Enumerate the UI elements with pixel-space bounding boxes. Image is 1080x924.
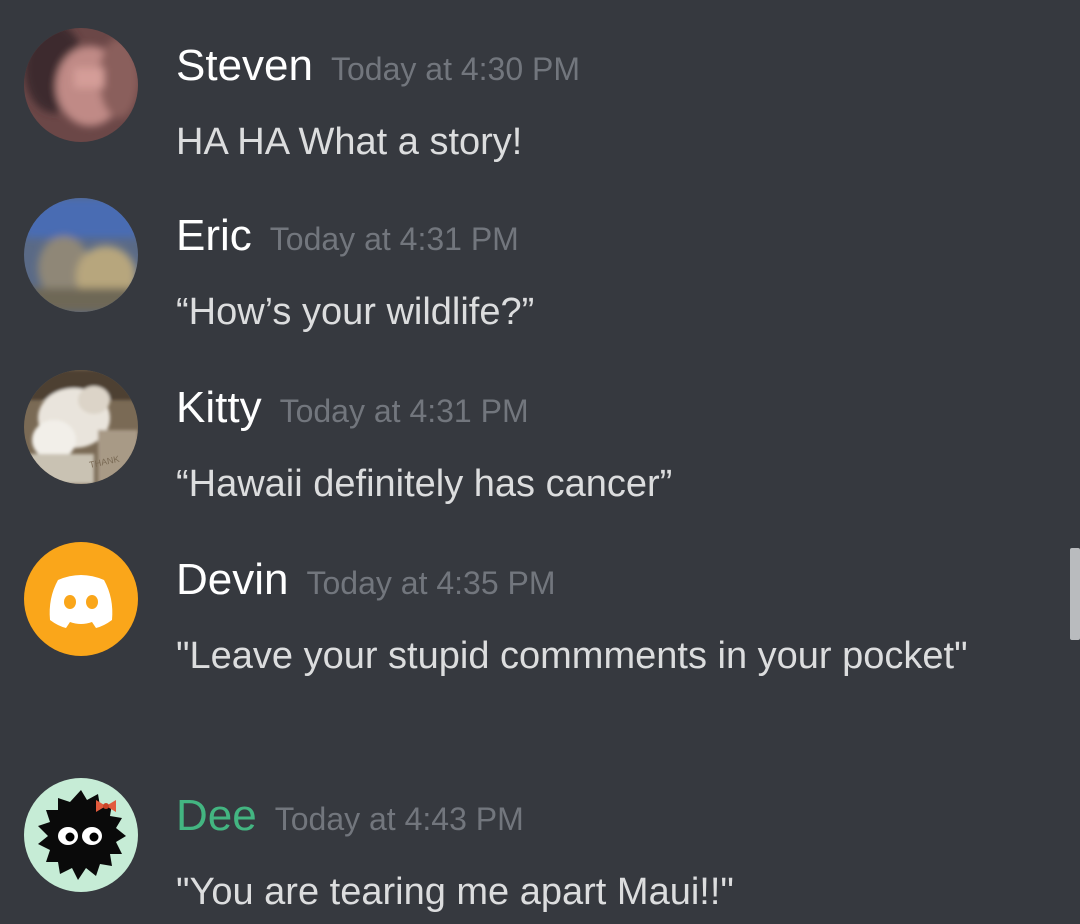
message-header: Steven Today at 4:30 PM xyxy=(176,40,580,102)
message-text: "You are tearing me apart Maui!!" xyxy=(176,871,734,913)
username[interactable]: Steven xyxy=(176,41,313,90)
discord-logo-icon xyxy=(24,542,138,656)
user-avatar-devin[interactable] xyxy=(24,542,138,656)
username[interactable]: Kitty xyxy=(176,383,262,432)
blurred-photo-icon xyxy=(24,198,138,312)
timestamp: Today at 4:35 PM xyxy=(306,565,556,601)
message-text: “How’s your wildlife?” xyxy=(176,291,535,333)
user-avatar-kitty[interactable]: THANK xyxy=(24,370,138,484)
message-header: Dee Today at 4:43 PM xyxy=(176,790,524,852)
blurred-photo-icon xyxy=(24,28,138,142)
message-text: "Leave your stupid commments in your poc… xyxy=(176,635,968,677)
soot-sprite-icon xyxy=(24,778,138,892)
user-avatar-dee[interactable] xyxy=(24,778,138,892)
user-avatar-steven[interactable] xyxy=(24,28,138,142)
timestamp: Today at 4:43 PM xyxy=(274,801,524,837)
username[interactable]: Dee xyxy=(176,791,257,840)
user-avatar-eric[interactable] xyxy=(24,198,138,312)
message-text: HA HA What a story! xyxy=(176,121,523,163)
username[interactable]: Eric xyxy=(176,211,252,260)
scrollbar-thumb[interactable] xyxy=(1070,548,1080,640)
cat-photo-icon: THANK xyxy=(24,370,138,484)
message-header: Kitty Today at 4:31 PM xyxy=(176,382,529,444)
message-text: “Hawaii definitely has cancer” xyxy=(176,463,673,505)
timestamp: Today at 4:31 PM xyxy=(269,221,519,257)
username[interactable]: Devin xyxy=(176,555,289,604)
message-header: Eric Today at 4:31 PM xyxy=(176,210,519,272)
chat-message-list: Steven Today at 4:30 PM HA HA What a stor… xyxy=(0,0,1080,920)
message-header: Devin Today at 4:35 PM xyxy=(176,554,556,616)
timestamp: Today at 4:30 PM xyxy=(330,51,581,87)
timestamp: Today at 4:31 PM xyxy=(279,393,529,429)
